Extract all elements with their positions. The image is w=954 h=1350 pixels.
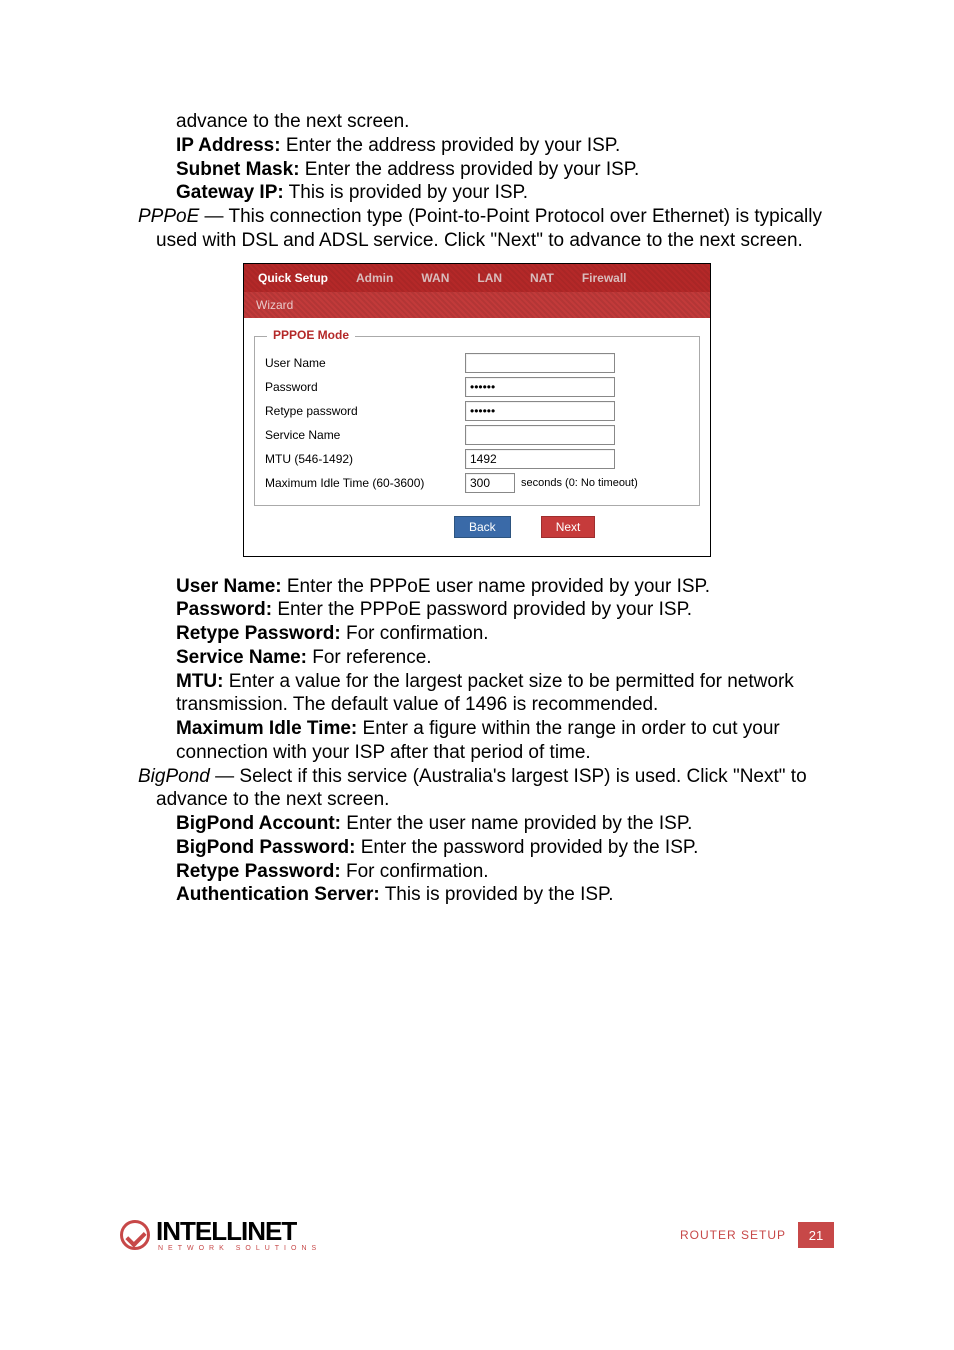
para-bigpond: BigPond — Select if this service (Austra…: [138, 765, 834, 813]
label-gateway-ip: Gateway IP:: [176, 182, 284, 203]
label-username-desc: User Name:: [176, 576, 282, 597]
tab-lan[interactable]: LAN: [463, 271, 516, 285]
label-max-idle: Maximum Idle Time (60-3600): [265, 476, 465, 490]
fieldset-pppoe-mode: PPPOE Mode User Name Password •••••• Ret…: [254, 336, 700, 506]
text-advance-line: advance to the next screen.: [120, 110, 834, 134]
input-max-idle[interactable]: 300: [465, 473, 515, 493]
label-mtu: MTU (546-1492): [265, 452, 465, 466]
label-idle-desc: Maximum Idle Time:: [176, 718, 357, 739]
input-service-name[interactable]: [465, 425, 615, 445]
input-username[interactable]: [465, 353, 615, 373]
label-ip-address: IP Address:: [176, 135, 281, 156]
text-gateway-ip: Gateway IP: This is provided by your ISP…: [120, 181, 834, 205]
label-subnet-mask: Subnet Mask:: [176, 159, 300, 180]
label-idle-suffix: seconds (0: No timeout): [521, 477, 638, 489]
tab-wan[interactable]: WAN: [407, 271, 463, 285]
label-bp-account: BigPond Account:: [176, 813, 341, 834]
desc-ip-address: Enter the address provided by your ISP.: [281, 135, 621, 156]
input-password[interactable]: ••••••: [465, 377, 615, 397]
legend-pppoe-mode: PPPOE Mode: [267, 328, 355, 342]
logo-text-main: INTELLINET: [156, 1218, 321, 1244]
label-password: Password: [265, 380, 465, 394]
desc-bp-password: Enter the password provided by the ISP.: [355, 837, 698, 858]
desc-subnet-mask: Enter the address provided by your ISP.: [300, 159, 640, 180]
para-pppoe: PPPoE — This connection type (Point-to-P…: [138, 205, 834, 253]
desc-username: Enter the PPPoE user name provided by yo…: [282, 576, 710, 597]
desc-service: For reference.: [307, 647, 432, 668]
checkmark-icon: [120, 1220, 150, 1250]
logo-text-sub: NETWORK SOLUTIONS: [156, 1245, 321, 1252]
input-retype-password[interactable]: ••••••: [465, 401, 615, 421]
back-button[interactable]: Back: [454, 516, 511, 538]
tab-bar: Quick Setup Admin WAN LAN NAT Firewall: [244, 264, 710, 292]
label-service-name: Service Name: [265, 428, 465, 442]
label-retype-password: Retype password: [265, 404, 465, 418]
tab-firewall[interactable]: Firewall: [568, 271, 641, 285]
next-button[interactable]: Next: [541, 516, 596, 538]
desc-gateway-ip: This is provided by your ISP.: [284, 182, 528, 203]
tab-admin[interactable]: Admin: [342, 271, 407, 285]
brand-logo: INTELLINET NETWORK SOLUTIONS: [120, 1215, 321, 1255]
desc-bp-auth: This is provided by the ISP.: [380, 884, 614, 905]
page-number: 21: [798, 1222, 834, 1248]
heading-pppoe: PPPoE: [138, 206, 199, 227]
desc-retype: For confirmation.: [341, 623, 489, 644]
label-mtu-desc: MTU:: [176, 671, 223, 692]
tab-quick-setup[interactable]: Quick Setup: [244, 271, 342, 285]
label-bp-auth: Authentication Server:: [176, 884, 380, 905]
desc-bp-account: Enter the user name provided by the ISP.: [341, 813, 692, 834]
input-mtu[interactable]: 1492: [465, 449, 615, 469]
text-ip-address: IP Address: Enter the address provided b…: [120, 134, 834, 158]
subtab-wizard[interactable]: Wizard: [244, 292, 710, 318]
heading-bigpond: BigPond: [138, 766, 210, 787]
desc-password: Enter the PPPoE password provided by you…: [272, 599, 692, 620]
label-retype-desc: Retype Password:: [176, 623, 341, 644]
page-footer: INTELLINET NETWORK SOLUTIONS ROUTER SETU…: [120, 1215, 834, 1255]
label-bp-password: BigPond Password:: [176, 837, 355, 858]
desc-pppoe: — This connection type (Point-to-Point P…: [156, 206, 822, 251]
label-service-desc: Service Name:: [176, 647, 307, 668]
desc-bp-retype: For confirmation.: [341, 861, 489, 882]
desc-bigpond: — Select if this service (Australia's la…: [156, 766, 807, 811]
label-username: User Name: [265, 356, 465, 370]
label-bp-retype: Retype Password:: [176, 861, 341, 882]
footer-section-label: ROUTER SETUP: [680, 1228, 786, 1242]
desc-mtu: Enter a value for the largest packet siz…: [176, 671, 794, 716]
router-screenshot: Quick Setup Admin WAN LAN NAT Firewall W…: [243, 263, 711, 557]
tab-nat[interactable]: NAT: [516, 271, 568, 285]
text-subnet-mask: Subnet Mask: Enter the address provided …: [120, 158, 834, 182]
label-password-desc: Password:: [176, 599, 272, 620]
